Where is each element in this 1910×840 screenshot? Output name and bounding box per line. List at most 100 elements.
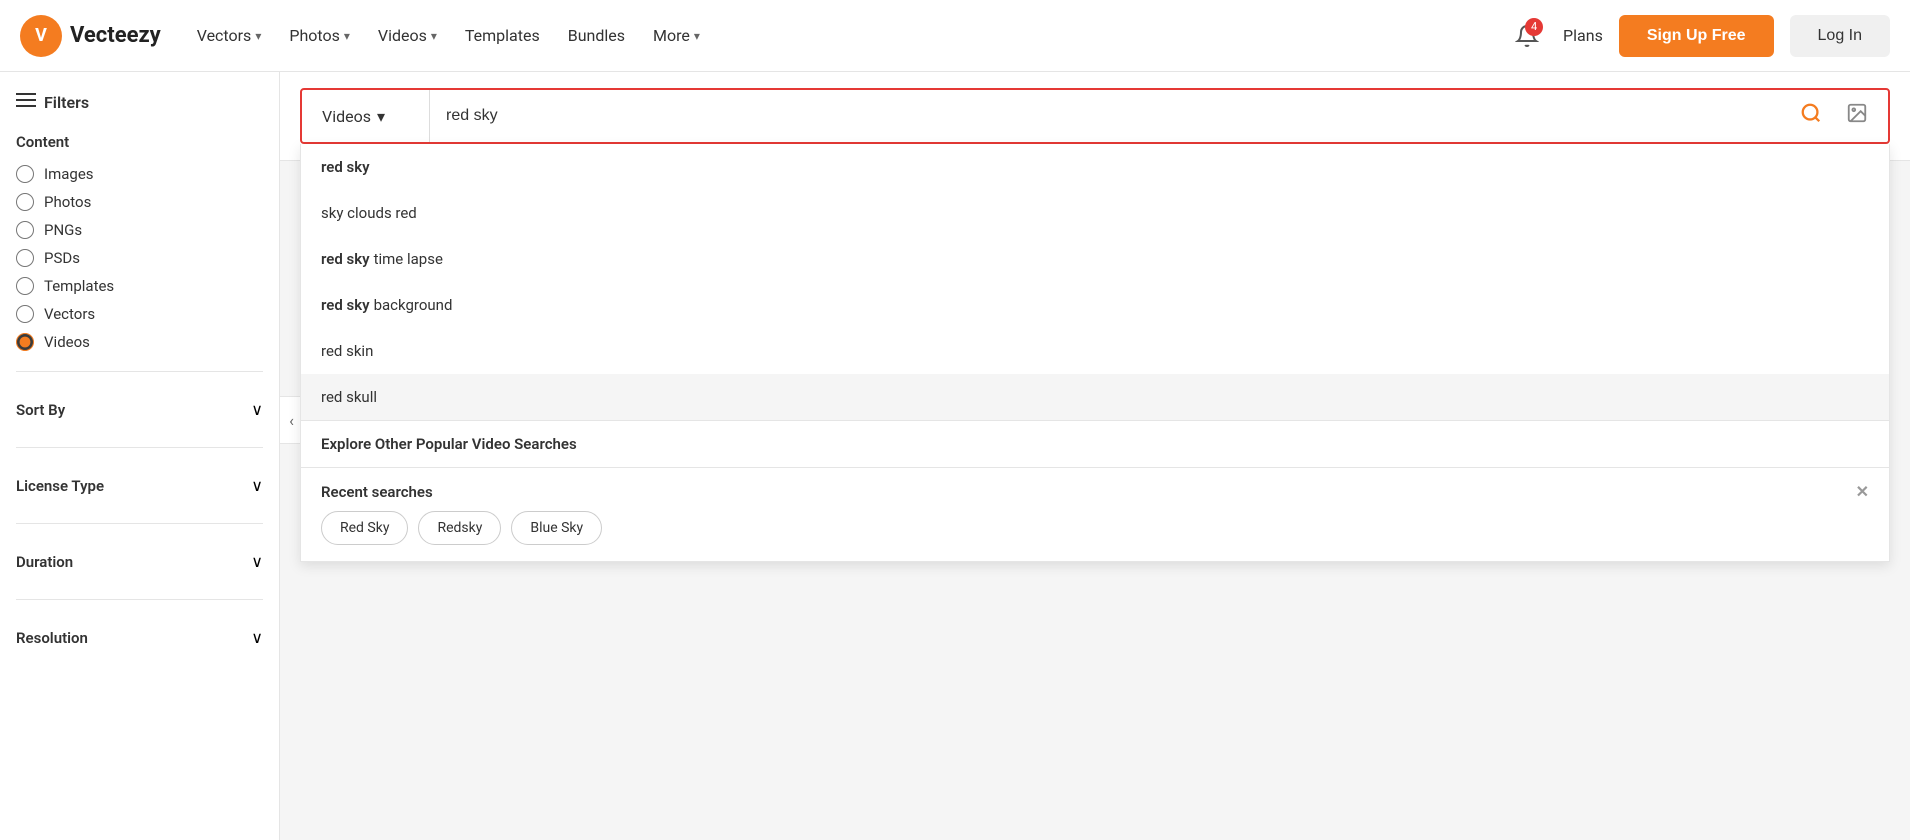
nav-photos[interactable]: Photos ▾ [277,18,362,53]
autocomplete-text-6: red skull [321,388,377,406]
radio-pngs-input[interactable] [16,221,34,239]
divider-3 [16,523,263,524]
nav-vectors[interactable]: Vectors ▾ [185,18,274,53]
login-button[interactable]: Log In [1790,15,1890,57]
content-radio-group: Images Photos PNGs PSDs Templates Vector… [16,165,263,351]
nav-videos-chevron: ▾ [431,29,437,43]
nav-bundles[interactable]: Bundles [556,18,637,53]
radio-templates[interactable]: Templates [16,277,263,295]
nav-templates[interactable]: Templates [453,18,552,53]
recent-chip-2[interactable]: Redsky [418,511,501,545]
radio-images[interactable]: Images [16,165,263,183]
image-search-button[interactable] [1834,94,1880,138]
license-type-label: License Type [16,477,104,495]
autocomplete-dropdown: red sky sky clouds red red sky time laps… [300,144,1890,562]
plans-link[interactable]: Plans [1563,26,1603,45]
logo-text: Vecteezy [70,23,161,48]
search-button[interactable] [1788,94,1834,138]
radio-psds-label: PSDs [44,249,80,267]
license-type-chevron: ∨ [251,476,263,495]
recent-chip-3[interactable]: Blue Sky [511,511,602,545]
header-right: 4 Plans Sign Up Free Log In [1507,15,1890,57]
filter-icon [16,92,36,113]
autocomplete-text-5: red skin [321,342,373,360]
radio-vectors[interactable]: Vectors [16,305,263,323]
resolution-section[interactable]: Resolution ∨ [16,616,263,659]
sidebar: Filters Content Images Photos PNGs PSDs [0,72,280,840]
main-nav: Vectors ▾ Photos ▾ Videos ▾ Templates Bu… [185,18,712,53]
autocomplete-bold-1: red sky [321,158,370,176]
autocomplete-bold-4: red sky [321,296,370,314]
nav-templates-label: Templates [465,26,540,45]
nav-vectors-label: Vectors [197,26,252,45]
search-type-select[interactable]: Videos ▾ [310,90,430,142]
sort-by-label: Sort By [16,401,65,419]
recent-chip-1[interactable]: Red Sky [321,511,408,545]
autocomplete-item-4[interactable]: red sky background [301,282,1889,328]
nav-videos-label: Videos [378,26,427,45]
radio-templates-input[interactable] [16,277,34,295]
nav-more[interactable]: More ▾ [641,18,712,53]
explore-section: Explore Other Popular Video Searches [301,421,1889,467]
recent-chips: Red Sky Redsky Blue Sky [301,511,1889,561]
recent-searches-header: Recent searches ✕ [301,468,1889,511]
sort-by-chevron: ∨ [251,400,263,419]
sort-by-section[interactable]: Sort By ∨ [16,388,263,431]
radio-pngs-label: PNGs [44,221,82,239]
license-type-section[interactable]: License Type ∨ [16,464,263,507]
radio-images-input[interactable] [16,165,34,183]
search-bar: Videos ▾ [300,88,1890,144]
search-section: Videos ▾ [280,72,1910,161]
content-area: Videos ▾ [280,72,1910,840]
autocomplete-item-3[interactable]: red sky time lapse [301,236,1889,282]
collapse-icon: ‹ [289,411,294,430]
explore-label: Explore Other Popular Video Searches [321,435,577,453]
nav-photos-chevron: ▾ [344,29,350,43]
search-icon [1800,102,1822,124]
recent-searches-label: Recent searches [321,483,433,501]
radio-psds-input[interactable] [16,249,34,267]
duration-chevron: ∨ [251,552,263,571]
radio-images-label: Images [44,165,94,183]
radio-pngs[interactable]: PNGs [16,221,263,239]
filter-header: Filters [16,92,263,113]
resolution-label: Resolution [16,629,88,647]
autocomplete-item-1[interactable]: red sky [301,144,1889,190]
autocomplete-item-6[interactable]: red skull [301,374,1889,420]
nav-bundles-label: Bundles [568,26,625,45]
radio-photos-label: Photos [44,193,91,211]
header: V Vecteezy Vectors ▾ Photos ▾ Videos ▾ T… [0,0,1910,72]
autocomplete-item-5[interactable]: red skin [301,328,1889,374]
notification-button[interactable]: 4 [1507,16,1547,56]
radio-vectors-input[interactable] [16,305,34,323]
radio-photos[interactable]: Photos [16,193,263,211]
search-container: Videos ▾ [300,88,1890,144]
divider-2 [16,447,263,448]
autocomplete-item-2[interactable]: sky clouds red [301,190,1889,236]
radio-videos[interactable]: Videos [16,333,263,351]
nav-more-chevron: ▾ [694,29,700,43]
recent-clear-button[interactable]: ✕ [1856,482,1869,501]
signup-button[interactable]: Sign Up Free [1619,15,1774,57]
logo-icon: V [20,15,62,57]
radio-vectors-label: Vectors [44,305,95,323]
nav-photos-label: Photos [289,26,340,45]
notification-badge: 4 [1525,18,1543,36]
search-type-label: Videos [322,107,371,126]
radio-videos-label: Videos [44,333,90,351]
duration-section[interactable]: Duration ∨ [16,540,263,583]
autocomplete-suffix-4: background [374,296,453,314]
nav-videos[interactable]: Videos ▾ [366,18,449,53]
radio-videos-input[interactable] [16,333,34,351]
resolution-chevron: ∨ [251,628,263,647]
logo[interactable]: V Vecteezy [20,15,161,57]
main-layout: Filters Content Images Photos PNGs PSDs [0,72,1910,840]
search-input[interactable] [430,107,1788,125]
radio-photos-input[interactable] [16,193,34,211]
filter-label: Filters [44,93,89,112]
autocomplete-text-2: sky clouds red [321,204,417,222]
nav-more-label: More [653,26,690,45]
radio-psds[interactable]: PSDs [16,249,263,267]
divider-1 [16,371,263,372]
autocomplete-bold-3: red sky [321,250,370,268]
